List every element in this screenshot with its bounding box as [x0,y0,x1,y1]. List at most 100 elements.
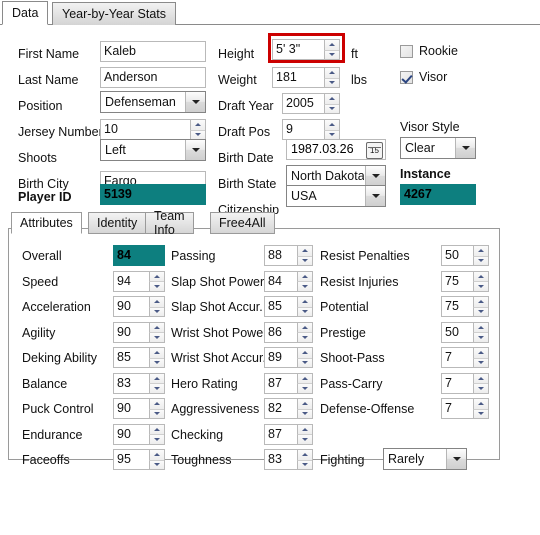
visor-style-dropdown-button[interactable] [455,138,475,158]
spin-down-icon[interactable] [324,49,339,59]
aggressiveness-spin-buttons[interactable] [297,399,312,418]
tab-data[interactable]: Data [2,1,49,25]
spin-down-icon[interactable] [297,255,312,265]
weight-spin-buttons[interactable] [324,68,339,87]
acceleration-stepper[interactable]: 90 [113,296,165,317]
wrist-shot-accur-spin-buttons[interactable] [297,348,312,367]
spin-up-icon[interactable] [324,120,339,130]
spin-up-icon[interactable] [473,373,488,383]
tab-identity[interactable]: Identity [88,212,147,234]
hero-rating-stepper[interactable]: 87 [264,372,313,394]
shoots-dropdown-button[interactable] [185,140,205,160]
slap-shot-accur-stepper[interactable]: 85 [264,296,313,317]
defense-offense-stepper[interactable]: 7 [441,398,489,419]
spin-up-icon[interactable] [149,373,164,383]
draft-year-stepper[interactable]: 2005 [282,93,340,114]
draft-pos-spin-buttons[interactable] [324,120,339,139]
spin-up-icon[interactable] [473,271,488,281]
spin-up-icon[interactable] [149,424,164,434]
spin-up-icon[interactable] [297,348,312,358]
spin-up-icon[interactable] [297,424,312,434]
spin-up-icon[interactable] [473,246,488,256]
spin-up-icon[interactable] [297,373,312,383]
citizenship-dropdown-button[interactable] [365,186,385,206]
spin-up-icon[interactable] [149,297,164,307]
spin-down-icon[interactable] [149,306,164,316]
spin-down-icon[interactable] [473,306,488,316]
position-dropdown[interactable]: Defenseman [100,91,206,113]
spin-up-icon[interactable] [149,322,164,332]
first-name-field[interactable]: Kaleb [100,41,206,62]
instance-field[interactable]: 4267 [400,184,476,205]
slap-shot-power-stepper[interactable]: 84 [264,270,313,292]
spin-down-icon[interactable] [297,459,312,469]
shoots-dropdown[interactable]: Left [100,139,206,161]
spin-down-icon[interactable] [324,103,339,113]
balance-stepper[interactable]: 83 [113,372,165,394]
position-dropdown-button[interactable] [185,92,205,112]
resist-penalties-stepper[interactable]: 50 [441,245,489,266]
spin-up-icon[interactable] [324,68,339,78]
deking-ability-stepper[interactable]: 85 [113,347,165,368]
tab-attributes[interactable]: Attributes [11,212,82,234]
prestige-spin-buttons[interactable] [473,322,488,342]
fighting-dropdown-button[interactable] [446,449,466,469]
endurance-spin-buttons[interactable] [149,424,164,444]
birth-state-dropdown-button[interactable] [365,166,385,186]
acceleration-spin-buttons[interactable] [149,297,164,316]
spin-up-icon[interactable] [473,322,488,332]
visor-style-dropdown[interactable]: Clear [400,137,476,159]
spin-down-icon[interactable] [297,306,312,316]
spin-down-icon[interactable] [297,281,312,291]
spin-up-icon[interactable] [473,348,488,358]
tab-free4all[interactable]: Free4All [210,212,275,234]
checking-spin-buttons[interactable] [297,424,312,444]
checkbox-box[interactable] [400,44,413,58]
spin-down-icon[interactable] [297,383,312,393]
spin-down-icon[interactable] [473,332,488,342]
defense-offense-spin-buttons[interactable] [473,399,488,418]
wrist-shot-power-stepper[interactable]: 86 [264,321,313,343]
spin-up-icon[interactable] [297,246,312,256]
prestige-stepper[interactable]: 50 [441,321,489,343]
spin-down-icon[interactable] [473,281,488,291]
jersey-number-stepper[interactable]: 10 [100,119,206,140]
spin-up-icon[interactable] [324,40,339,50]
checking-stepper[interactable]: 87 [264,423,313,445]
spin-down-icon[interactable] [149,332,164,342]
puck-control-stepper[interactable]: 90 [113,398,165,419]
spin-down-icon[interactable] [149,383,164,393]
spin-down-icon[interactable] [324,77,339,87]
spin-up-icon[interactable] [149,450,164,460]
spin-up-icon[interactable] [324,94,339,104]
draft-pos-stepper[interactable]: 9 [282,119,340,140]
spin-up-icon[interactable] [297,322,312,332]
spin-down-icon[interactable] [473,357,488,367]
tab-year-by-year-stats[interactable]: Year-by-Year Stats [52,2,176,25]
aggressiveness-stepper[interactable]: 82 [264,398,313,419]
spin-down-icon[interactable] [149,459,164,469]
birth-state-dropdown[interactable]: North Dakota [286,165,386,187]
spin-down-icon[interactable] [473,408,488,418]
resist-injuries-stepper[interactable]: 75 [441,270,489,292]
spin-down-icon[interactable] [297,357,312,367]
agility-stepper[interactable]: 90 [113,321,165,343]
visor-checkbox[interactable]: Visor [400,70,447,84]
spin-up-icon[interactable] [473,399,488,409]
overall-field[interactable]: 84 [113,245,165,266]
faceoffs-stepper[interactable]: 95 [113,449,165,470]
potential-stepper[interactable]: 75 [441,296,489,317]
faceoffs-spin-buttons[interactable] [149,450,164,469]
slap-shot-accur-spin-buttons[interactable] [297,297,312,316]
spin-down-icon[interactable] [297,408,312,418]
shoot-pass-spin-buttons[interactable] [473,348,488,367]
birth-date-field[interactable]: 1987.03.26 15 [286,139,386,160]
spin-up-icon[interactable] [190,120,205,130]
spin-down-icon[interactable] [473,255,488,265]
spin-down-icon[interactable] [473,383,488,393]
wrist-shot-power-spin-buttons[interactable] [297,322,312,342]
spin-up-icon[interactable] [149,271,164,281]
calendar-icon[interactable]: 15 [366,142,383,159]
spin-down-icon[interactable] [297,434,312,444]
passing-spin-buttons[interactable] [297,246,312,265]
